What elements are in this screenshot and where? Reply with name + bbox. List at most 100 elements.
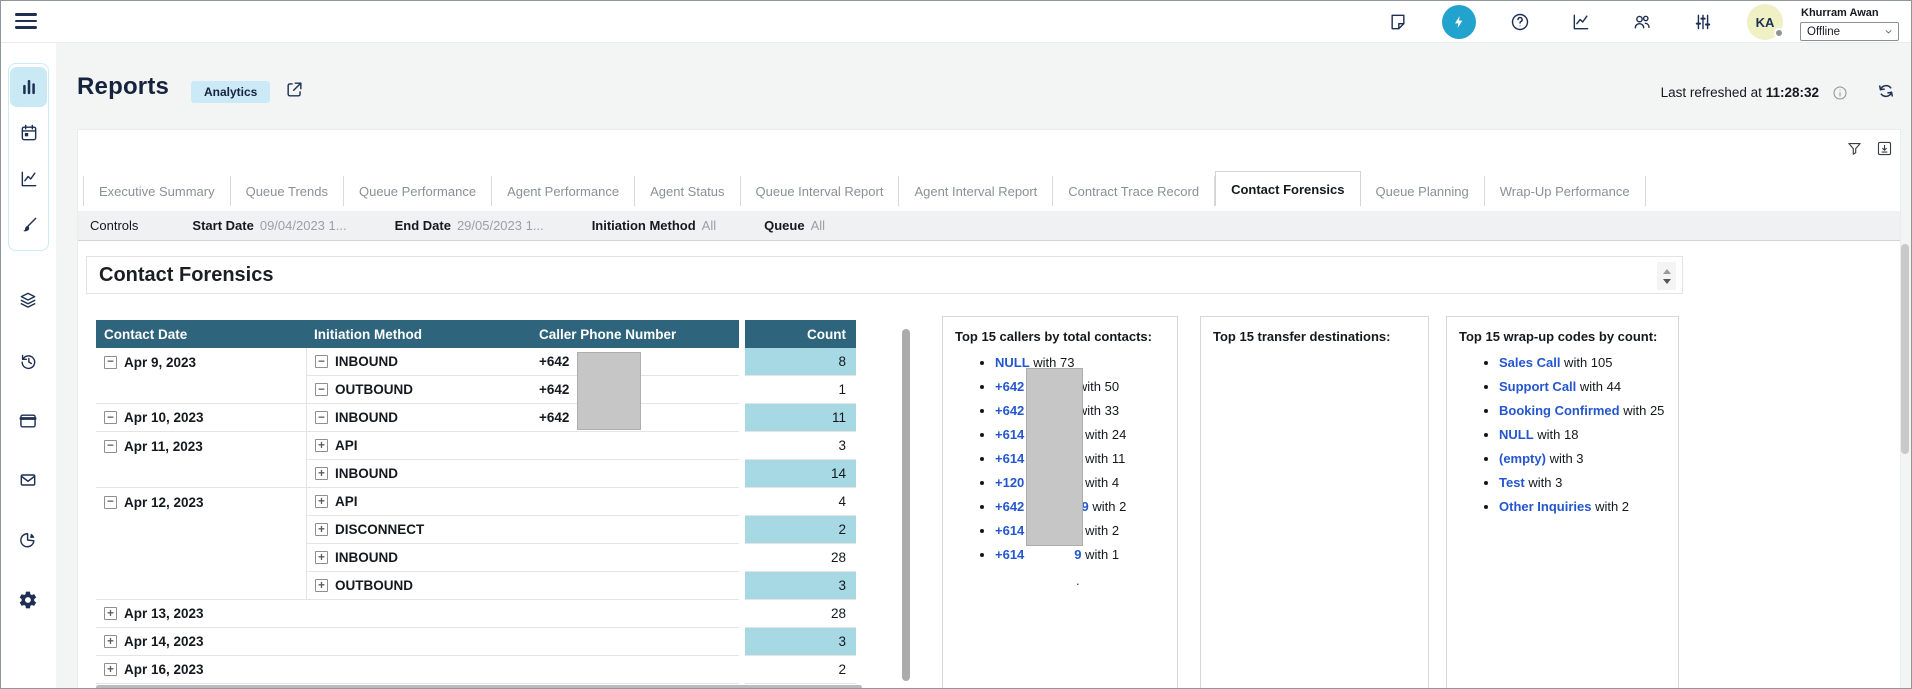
metrics-icon[interactable] bbox=[1571, 12, 1591, 32]
filter-start-date[interactable]: Start Date09/04/2023 1... bbox=[192, 218, 346, 233]
sidebar-item-design[interactable] bbox=[10, 205, 47, 245]
user-name: Khurram Awan bbox=[1801, 7, 1879, 19]
table-vertical-scrollbar[interactable] bbox=[902, 329, 910, 681]
expand-plus-icon[interactable]: + bbox=[104, 607, 117, 620]
caller-link[interactable]: +614 bbox=[995, 523, 1024, 538]
sidebar-item-calendar[interactable] bbox=[10, 113, 47, 153]
filter-initiation-method[interactable]: Initiation MethodAll bbox=[592, 218, 716, 233]
sidebar-item-metrics[interactable] bbox=[10, 159, 47, 199]
sidebar-item-layers[interactable] bbox=[18, 290, 38, 310]
tab-agent-status[interactable]: Agent Status bbox=[635, 176, 740, 206]
expand-minus-icon[interactable]: − bbox=[104, 411, 117, 424]
tab-contract-trace-record[interactable]: Contract Trace Record bbox=[1053, 176, 1215, 206]
expand-minus-icon[interactable]: − bbox=[104, 496, 117, 509]
page-scrollbar[interactable] bbox=[1901, 244, 1909, 454]
wrapup-link[interactable]: Test bbox=[1499, 475, 1525, 490]
expand-plus-icon[interactable]: + bbox=[315, 467, 328, 480]
external-link-icon[interactable] bbox=[285, 80, 304, 99]
wrapup-link[interactable]: (empty) bbox=[1499, 451, 1546, 466]
caller-link[interactable]: +642 bbox=[995, 499, 1024, 514]
caller-link[interactable]: +642 bbox=[995, 403, 1024, 418]
caller-link[interactable]: +614 bbox=[995, 451, 1024, 466]
tab-queue-planning[interactable]: Queue Planning bbox=[1361, 176, 1485, 206]
hamburger-menu-icon[interactable] bbox=[15, 13, 37, 30]
sidebar-item-dashboards[interactable] bbox=[10, 67, 47, 107]
wrapup-link[interactable]: Support Call bbox=[1499, 379, 1576, 394]
download-icon[interactable] bbox=[1876, 140, 1893, 157]
caller-link[interactable]: +614 bbox=[995, 427, 1024, 442]
filter-end-date[interactable]: End Date29/05/2023 1... bbox=[395, 218, 544, 233]
col-header-count[interactable]: Count bbox=[745, 320, 856, 348]
brush-icon bbox=[19, 215, 39, 235]
filter-icon[interactable] bbox=[1846, 140, 1863, 157]
col-header-contact-date[interactable]: Contact Date bbox=[96, 320, 306, 348]
expand-minus-icon[interactable]: − bbox=[315, 355, 328, 368]
cell-count: 2 bbox=[745, 516, 856, 544]
refresh-icon[interactable] bbox=[1876, 81, 1896, 101]
wrapup-link[interactable]: NULL bbox=[1499, 427, 1534, 442]
spinner-down-icon[interactable] bbox=[1663, 279, 1671, 284]
realtime-metrics-icon[interactable] bbox=[1442, 5, 1476, 39]
cell-count: 8 bbox=[745, 348, 856, 376]
expand-minus-icon[interactable]: − bbox=[315, 383, 328, 396]
notes-icon[interactable] bbox=[1388, 12, 1408, 32]
controls-label[interactable]: Controls bbox=[90, 218, 138, 233]
wrapup-item: Other Inquiries with 2 bbox=[1499, 499, 1678, 514]
expand-minus-icon[interactable]: − bbox=[104, 356, 117, 369]
tab-contact-forensics[interactable]: Contact Forensics bbox=[1215, 171, 1360, 206]
caller-count: with 2 bbox=[1082, 523, 1120, 538]
cell-initiation-method: +INBOUND bbox=[306, 544, 531, 572]
cell-count: 4 bbox=[745, 488, 856, 516]
table-row: +Apr 13, 202328 bbox=[96, 600, 856, 628]
sidebar-item-reports[interactable] bbox=[18, 530, 38, 550]
tab-queue-interval-report[interactable]: Queue Interval Report bbox=[741, 176, 900, 206]
tab-agent-interval-report[interactable]: Agent Interval Report bbox=[899, 176, 1053, 206]
tab-wrap-up-performance[interactable]: Wrap-Up Performance bbox=[1485, 176, 1646, 206]
wrapup-link[interactable]: Booking Confirmed bbox=[1499, 403, 1620, 418]
expand-minus-icon[interactable]: − bbox=[315, 411, 328, 424]
tab-agent-performance[interactable]: Agent Performance bbox=[492, 176, 635, 206]
status-select[interactable]: Offline bbox=[1800, 22, 1899, 41]
filter-queue[interactable]: QueueAll bbox=[764, 218, 825, 233]
expand-plus-icon[interactable]: + bbox=[315, 495, 328, 508]
expand-plus-icon[interactable]: + bbox=[315, 439, 328, 452]
expand-plus-icon[interactable]: + bbox=[104, 635, 117, 648]
cell-initiation-method: +DISCONNECT bbox=[306, 516, 531, 544]
help-icon[interactable] bbox=[1510, 12, 1530, 32]
expand-plus-icon[interactable]: + bbox=[315, 523, 328, 536]
tab-queue-performance[interactable]: Queue Performance bbox=[344, 176, 492, 206]
wrapup-link[interactable]: Other Inquiries bbox=[1499, 499, 1591, 514]
col-header-initiation-method[interactable]: Initiation Method bbox=[306, 320, 531, 348]
analytics-badge[interactable]: Analytics bbox=[191, 81, 270, 103]
caller-item: +642 with 50 bbox=[995, 379, 1177, 394]
spinner-up-icon[interactable] bbox=[1663, 269, 1671, 274]
sidebar-item-settings[interactable] bbox=[18, 590, 38, 610]
avatar[interactable]: KA bbox=[1747, 4, 1783, 40]
cell-caller-phone bbox=[531, 656, 739, 684]
cell-contact-date: −Apr 9, 2023 bbox=[96, 348, 306, 376]
caller-link-suffix[interactable]: 9 bbox=[1074, 547, 1081, 562]
sidebar-item-history[interactable] bbox=[18, 351, 38, 371]
tab-queue-trends[interactable]: Queue Trends bbox=[231, 176, 344, 206]
caller-link[interactable]: +614 bbox=[995, 547, 1024, 562]
info-icon[interactable] bbox=[1832, 85, 1848, 101]
caller-link[interactable]: +120 bbox=[995, 475, 1024, 490]
col-header-caller-phone[interactable]: Caller Phone Number bbox=[531, 320, 739, 348]
tab-executive-summary[interactable]: Executive Summary bbox=[84, 176, 231, 206]
expand-minus-icon[interactable]: − bbox=[104, 440, 117, 453]
caller-link[interactable]: +642 bbox=[995, 379, 1024, 394]
expand-plus-icon[interactable]: + bbox=[315, 579, 328, 592]
caller-item: +64249 with 2 bbox=[995, 499, 1177, 514]
caller-link[interactable]: NULL bbox=[995, 355, 1030, 370]
table-horizontal-scrollbar[interactable] bbox=[96, 685, 862, 689]
expand-plus-icon[interactable]: + bbox=[315, 551, 328, 564]
settings-sliders-icon[interactable] bbox=[1693, 12, 1713, 32]
sidebar-item-mail[interactable] bbox=[18, 470, 38, 490]
agents-icon[interactable] bbox=[1632, 12, 1652, 32]
filter-value: All bbox=[811, 218, 825, 233]
expand-plus-icon[interactable]: + bbox=[104, 663, 117, 676]
wrapup-count: with 2 bbox=[1591, 499, 1629, 514]
wrapup-link[interactable]: Sales Call bbox=[1499, 355, 1560, 370]
chevron-down-icon bbox=[1884, 27, 1893, 36]
sidebar-item-window[interactable] bbox=[18, 411, 38, 431]
